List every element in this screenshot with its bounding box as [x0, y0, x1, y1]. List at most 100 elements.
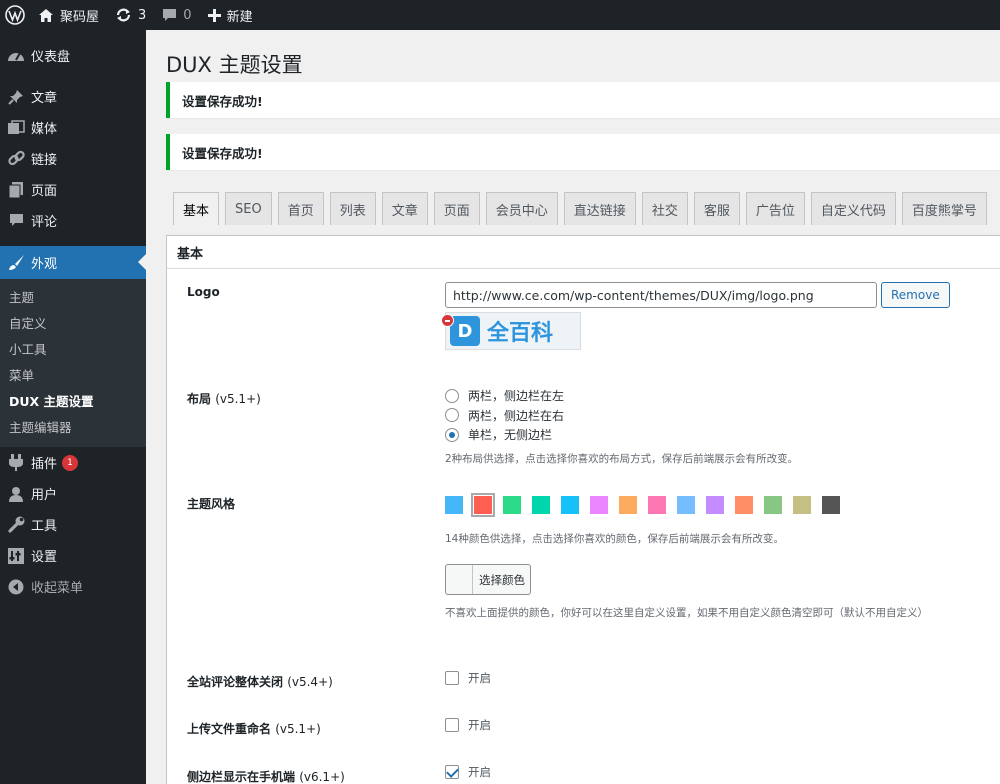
sidebar-item-label: 插件: [31, 457, 58, 472]
option-version: (v5.4+): [287, 675, 333, 689]
layout-option[interactable]: 单栏，无侧边栏: [445, 425, 798, 445]
color-swatch[interactable]: [793, 496, 811, 514]
color-swatches: [445, 493, 935, 517]
option-checkbox-row[interactable]: 开启: [445, 717, 491, 733]
comments-link[interactable]: 0: [154, 0, 199, 30]
sidebar-item-users[interactable]: 用户: [0, 478, 146, 509]
color-swatch[interactable]: [764, 496, 782, 514]
submenu-item-themes[interactable]: 主题: [0, 285, 146, 311]
sidebar-item-dashboard[interactable]: 仪表盘: [0, 40, 146, 71]
submenu-item-widgets[interactable]: 小工具: [0, 337, 146, 363]
sidebar-item-pages[interactable]: 页面: [0, 174, 146, 205]
updates-icon: [115, 7, 132, 23]
comments-count: 0: [183, 7, 192, 23]
wordpress-logo-icon[interactable]: [0, 0, 30, 30]
radio-button[interactable]: [445, 408, 459, 423]
color-swatch[interactable]: [561, 496, 579, 514]
logo-label: Logo: [187, 285, 220, 299]
tab-support[interactable]: 客服: [693, 192, 740, 225]
tab-custom-code[interactable]: 自定义代码: [810, 192, 896, 225]
submenu-item-dux-settings[interactable]: DUX 主题设置: [0, 389, 146, 415]
radio-button[interactable]: [445, 388, 459, 403]
logo-preview: D 全百科: [445, 312, 581, 350]
home-icon: [38, 8, 54, 23]
new-label: 新建: [226, 9, 253, 25]
pin-icon: [6, 87, 26, 107]
color-swatch[interactable]: [648, 496, 666, 514]
site-name-link[interactable]: 聚码屋: [30, 0, 107, 30]
site-name: 聚码屋: [60, 9, 100, 25]
radio-button-checked[interactable]: [445, 427, 459, 442]
layout-version: (v5.1+): [215, 392, 261, 406]
option-label-text: 全站评论整体关闭: [187, 675, 284, 689]
option-checkbox-row[interactable]: 开启: [445, 670, 491, 686]
sidebar-item-media[interactable]: 媒体: [0, 112, 146, 143]
tab-baidu[interactable]: 百度熊掌号: [901, 192, 987, 225]
sidebar-item-tools[interactable]: 工具: [0, 509, 146, 540]
color-swatch[interactable]: [503, 496, 521, 514]
new-content-link[interactable]: 新建: [200, 0, 261, 30]
logo-field: http://www.ce.com/wp-content/themes/DUX/…: [441, 282, 950, 350]
submenu-item-theme-editor[interactable]: 主题编辑器: [0, 415, 146, 441]
comment-icon: [6, 211, 26, 231]
layout-option[interactable]: 两栏，侧边栏在右: [445, 406, 798, 426]
submenu-item-customize[interactable]: 自定义: [0, 311, 146, 337]
color-swatch[interactable]: [735, 496, 753, 514]
checkbox[interactable]: [445, 718, 459, 732]
sidebar-item-label: 工具: [31, 519, 58, 534]
sidebar-item-plugins[interactable]: 插件 1: [0, 447, 146, 478]
option-label: 侧边栏显示在手机端 (v6.1+): [187, 768, 345, 784]
main-content: DUX 主题设置 设置保存成功! 设置保存成功! 基本 SEO 首页 列表 文章…: [146, 30, 1000, 784]
color-swatch[interactable]: [619, 496, 637, 514]
tab-page[interactable]: 页面: [433, 192, 480, 225]
sidebar-item-settings[interactable]: 设置: [0, 540, 146, 571]
sidebar-collapse-menu[interactable]: 收起菜单: [0, 571, 146, 602]
option-checkbox-row[interactable]: 开启: [445, 764, 491, 780]
tab-member-center[interactable]: 会员中心: [485, 192, 558, 225]
color-swatch[interactable]: [532, 496, 550, 514]
sidebar-item-label: 链接: [31, 153, 58, 168]
layout-label: 布局 (v5.1+): [187, 390, 261, 407]
checkbox[interactable]: [445, 671, 459, 685]
tab-social[interactable]: 社交: [641, 192, 688, 225]
link-icon: [6, 149, 26, 169]
radio-label: 单栏，无侧边栏: [468, 428, 553, 443]
tab-basic[interactable]: 基本: [173, 192, 220, 225]
updates-count: 3: [138, 7, 147, 23]
plugin-icon: [6, 453, 26, 473]
color-swatch[interactable]: [445, 496, 463, 514]
sidebar-item-label: 收起菜单: [31, 581, 84, 596]
delete-logo-icon[interactable]: [441, 314, 454, 327]
tab-list[interactable]: 列表: [329, 192, 376, 225]
sidebar-item-posts[interactable]: 文章: [0, 81, 146, 112]
choose-color-button[interactable]: 选择颜色: [445, 564, 531, 595]
color-swatch[interactable]: [822, 496, 840, 514]
option-label: 全站评论整体关闭 (v5.4+): [187, 673, 333, 690]
tab-direct-links[interactable]: 直达链接: [563, 192, 636, 225]
color-swatch[interactable]: [677, 496, 695, 514]
sidebar-item-comments[interactable]: 评论: [0, 205, 146, 236]
layout-option[interactable]: 两栏，侧边栏在左: [445, 386, 798, 406]
color-swatch[interactable]: [590, 496, 608, 514]
color-swatch[interactable]: [706, 496, 724, 514]
success-notice: 设置保存成功!: [166, 82, 1000, 118]
sidebar-item-links[interactable]: 链接: [0, 143, 146, 174]
color-swatch[interactable]: [471, 493, 495, 517]
updates-link[interactable]: 3: [107, 0, 154, 30]
tab-seo[interactable]: SEO: [225, 192, 272, 225]
settings-panel: 基本 Logo http://www.ce.com/wp-content/the…: [166, 235, 1000, 784]
user-icon: [6, 484, 26, 504]
tab-post[interactable]: 文章: [381, 192, 428, 225]
checkbox-label: 开启: [468, 718, 491, 732]
sidebar-item-label: 外观: [31, 257, 58, 272]
plugins-update-badge: 1: [62, 454, 79, 471]
tab-home[interactable]: 首页: [277, 192, 324, 225]
sidebar-item-appearance[interactable]: 外观: [0, 246, 146, 279]
submenu-item-menus[interactable]: 菜单: [0, 363, 146, 389]
checkbox-checked[interactable]: [445, 765, 459, 779]
logo-url-input[interactable]: http://www.ce.com/wp-content/themes/DUX/…: [445, 282, 877, 308]
checkbox-label: 开启: [468, 671, 491, 685]
remove-logo-button[interactable]: Remove: [881, 282, 950, 308]
tab-ads[interactable]: 广告位: [745, 192, 805, 225]
layout-description: 2种布局供选择，点击选择你喜欢的布局方式，保存后前端展示会有所改变。: [445, 452, 799, 465]
